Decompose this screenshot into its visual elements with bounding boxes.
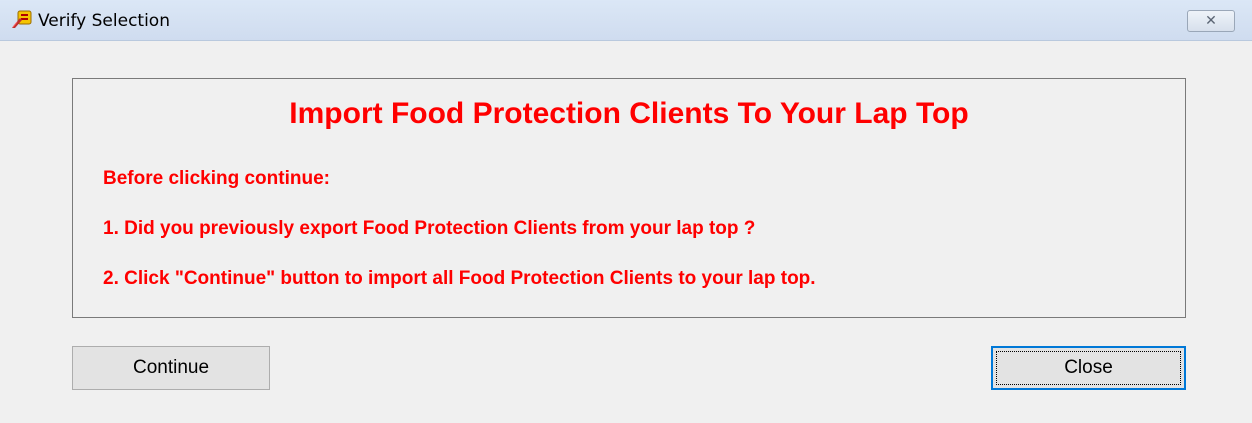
instruction-step-1: 1. Did you previously export Food Protec… [103,218,756,239]
close-icon: ✕ [1205,13,1217,29]
message-panel: Import Food Protection Clients To Your L… [72,78,1186,318]
close-button-label: Close [1064,357,1113,378]
continue-button[interactable]: Continue [72,346,270,390]
instruction-step-2: 2. Click "Continue" button to import all… [103,268,816,289]
window-title: Verify Selection [38,11,170,31]
title-bar[interactable]: Verify Selection ✕ [0,0,1252,41]
close-button[interactable]: Close [991,346,1186,390]
instruction-intro: Before clicking continue: [103,168,330,189]
window-close-button[interactable]: ✕ [1187,10,1235,32]
verify-selection-dialog: Verify Selection ✕ Import Food Protectio… [0,0,1252,423]
dialog-heading: Import Food Protection Clients To Your L… [289,97,969,130]
app-icon [11,9,33,29]
